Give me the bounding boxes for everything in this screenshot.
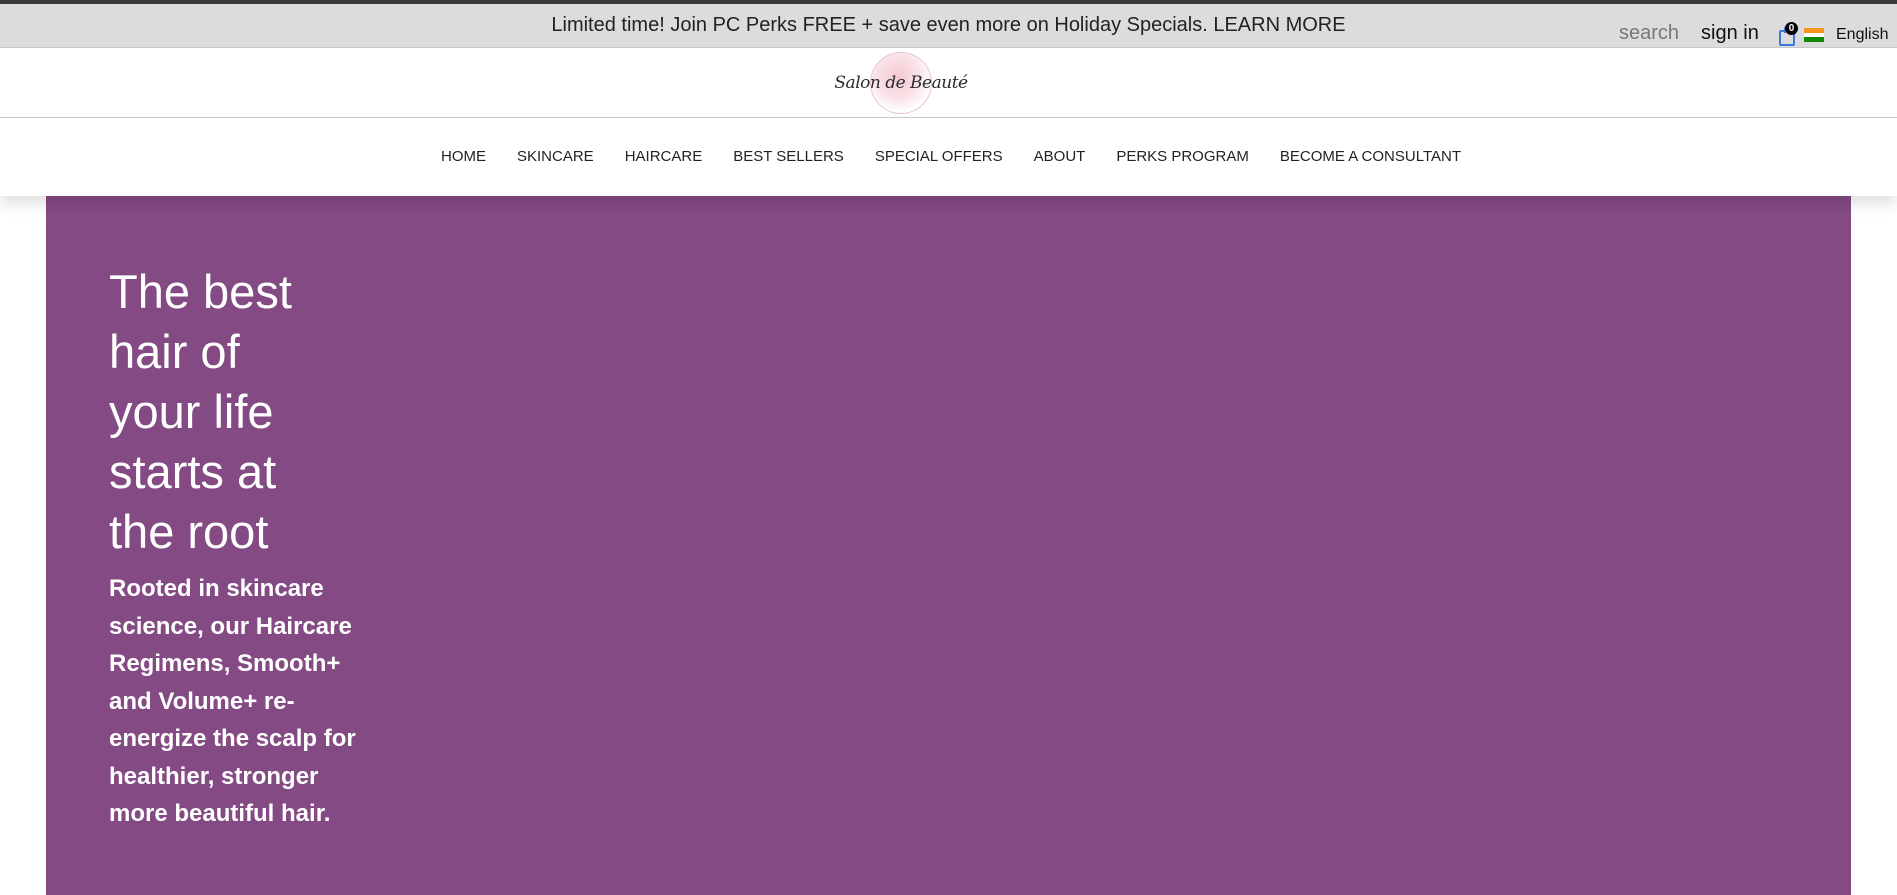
cart-button[interactable]: 0 [1777,20,1799,50]
nav-item-best-sellers[interactable]: BEST SELLERS [733,148,844,165]
nav-item-become-consultant[interactable]: BECOME A CONSULTANT [1280,148,1461,165]
cart-count-badge: 0 [1785,22,1798,35]
nav-item-home[interactable]: HOME [441,148,486,165]
hero-subtitle: Rooted in skincare science, our Haircare… [109,575,356,827]
site-header: Salon de Beauté [0,48,1897,118]
sign-in-link[interactable]: sign in [1701,22,1759,45]
brand-logo[interactable]: Salon de Beauté [834,50,968,116]
promo-text[interactable]: Limited time! Join PC Perks FREE + save … [551,14,1345,37]
promo-banner[interactable]: Limited time! Join PC Perks FREE + save … [0,4,1897,48]
india-flag-icon[interactable] [1804,28,1824,43]
language-selector[interactable]: English [1836,26,1888,44]
search-link[interactable]: search [1619,22,1679,45]
nav-item-perks-program[interactable]: PERKS PROGRAM [1116,148,1249,165]
main-navigation: HOME SKINCARE HAIRCARE BEST SELLERS SPEC… [0,118,1897,196]
nav-list: HOME SKINCARE HAIRCARE BEST SELLERS SPEC… [441,148,1492,165]
hero-title: The best hair of your life starts at the… [109,265,292,558]
nav-item-haircare[interactable]: HAIRCARE [625,148,703,165]
logo-text: Salon de Beauté [834,73,968,93]
nav-item-skincare[interactable]: SKINCARE [517,148,594,165]
nav-item-special-offers[interactable]: SPECIAL OFFERS [875,148,1003,165]
hero-banner: The best hair of your life starts at the… [46,196,1851,895]
nav-item-about[interactable]: ABOUT [1034,148,1086,165]
